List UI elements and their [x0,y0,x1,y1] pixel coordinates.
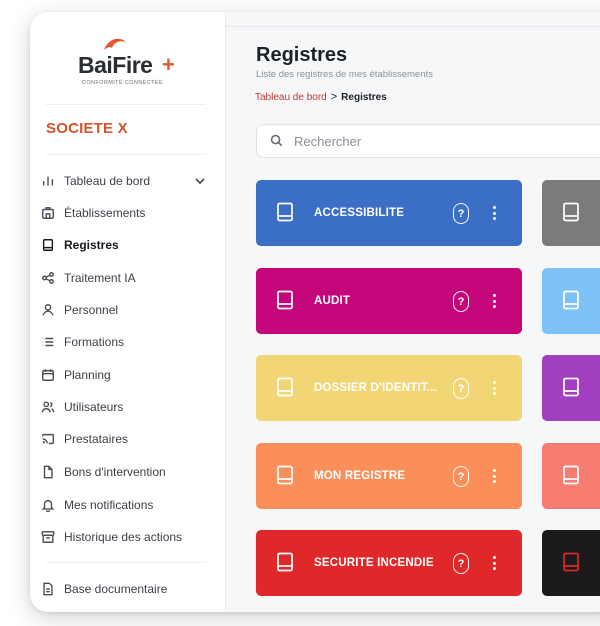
sidebar-item-base-documentaire[interactable]: Base documentaire [38,576,218,602]
document-icon [40,464,56,480]
sidebar-item-label: Historique des actions [64,530,183,544]
more-vertical-icon[interactable] [490,292,498,310]
registry-card[interactable] [542,180,600,246]
list-icon [40,334,56,350]
help-icon[interactable]: ? [453,203,469,224]
sidebar-item-personnel[interactable]: Personnel [38,297,218,323]
registry-card-title: SÉCURITÉ INCENDIE [314,557,434,569]
logo-plus: + [162,52,175,77]
search-bar[interactable] [256,124,600,158]
sidebar-item-label: Registres [64,238,119,252]
sidebar: BaiFire + CONFORMITÉ CONNECTÉE SOCIETE X… [30,12,226,612]
sidebar-item-label: Personnel [64,303,119,317]
building-icon [40,205,56,221]
breadcrumb-current: Registres [341,91,387,103]
breadcrumb-separator: > [330,91,338,103]
registry-card-title: DOSSIER D'IDENTIT... [314,382,438,394]
search-icon [270,134,284,148]
calendar-icon [40,367,56,383]
sidebar-item-utilisateurs[interactable]: Utilisateurs [38,394,218,420]
more-vertical-icon[interactable] [490,204,498,222]
logo-tagline: CONFORMITÉ CONNECTÉE [82,80,164,86]
registry-card-title: MON REGISTRE [314,470,406,482]
bell-icon [40,497,56,513]
sidebar-item-label: Planning [64,368,111,382]
registry-card[interactable] [542,268,600,334]
sidebar-item-etablissements[interactable]: Établissements [38,200,218,226]
registry-card[interactable] [542,355,600,421]
breadcrumb: Tableau de bord > Registres [255,91,387,103]
sidebar-item-bons-intervention[interactable]: Bons d'intervention [38,459,218,485]
book-icon [562,202,582,224]
registry-card[interactable] [542,530,600,596]
registry-card-accessibilite[interactable]: ACCESSIBILITÉ ? [256,180,522,246]
help-icon[interactable]: ? [453,553,469,574]
book-icon [562,377,582,399]
page-title: Registres [256,44,348,66]
registry-card-title: AUDIT [314,295,351,307]
sidebar-item-notifications[interactable]: Mes notifications [38,492,218,518]
logo[interactable]: BaiFire + CONFORMITÉ CONNECTÉE [76,34,186,96]
more-vertical-icon[interactable] [490,467,498,485]
sidebar-item-historique[interactable]: Historique des actions [38,524,218,550]
chevron-down-icon[interactable] [194,174,208,188]
page-subtitle: Liste des registres de mes établissement… [256,69,433,80]
registry-card[interactable] [542,443,600,509]
registry-card-dossier-identite[interactable]: DOSSIER D'IDENTIT... ? [256,355,522,421]
book-icon [276,465,298,487]
book-icon [562,290,582,312]
registry-card-mon-registre[interactable]: MON REGISTRE ? [256,443,522,509]
book-icon [276,290,298,312]
sidebar-item-label: Bons d'intervention [64,465,166,479]
book-icon [562,552,582,574]
divider [46,154,206,155]
book-icon [276,552,298,574]
breadcrumb-link-dashboard[interactable]: Tableau de bord [255,92,327,103]
sidebar-item-label: Base documentaire [64,582,168,596]
cast-icon [40,431,56,447]
sidebar-item-formations[interactable]: Formations [38,329,218,355]
registry-card-audit[interactable]: AUDIT ? [256,268,522,334]
sidebar-item-tableau-de-bord[interactable]: Tableau de bord [38,168,218,194]
more-vertical-icon[interactable] [490,379,498,397]
app-window: BaiFire + CONFORMITÉ CONNECTÉE SOCIETE X… [30,12,600,612]
book-icon [40,237,56,253]
sidebar-item-label: Prestataires [64,432,129,446]
bar-chart-icon [40,173,56,189]
header-divider [226,26,600,27]
help-icon[interactable]: ? [453,291,469,312]
sidebar-item-label: Traitement IA [64,271,136,285]
registry-card-title: ACCESSIBILITÉ [314,207,405,219]
help-icon[interactable]: ? [453,466,469,487]
book-icon [276,202,298,224]
company-name[interactable]: SOCIETE X [46,120,128,137]
logo-brand: BaiFire [78,52,153,78]
registry-card-securite-incendie[interactable]: SÉCURITÉ INCENDIE ? [256,530,522,596]
sidebar-item-prestataires[interactable]: Prestataires [38,426,218,452]
search-input[interactable] [294,133,594,149]
help-icon[interactable]: ? [453,378,469,399]
sidebar-item-label: Utilisateurs [64,400,124,414]
more-vertical-icon[interactable] [490,554,498,572]
sidebar-item-traitement-ia[interactable]: Traitement IA [38,265,218,291]
sidebar-item-label: Établissements [64,206,146,220]
share-nodes-icon [40,270,56,286]
users-icon [40,399,56,415]
person-icon [40,302,56,318]
book-icon [562,465,582,487]
book-icon [276,377,298,399]
sidebar-item-label: Tableau de bord [64,174,151,188]
sidebar-item-label: Mes notifications [64,498,154,512]
sidebar-item-planning[interactable]: Planning [38,362,218,388]
sidebar-item-registres[interactable]: Registres [38,232,218,258]
sidebar-item-label: Formations [64,335,125,349]
main-content: Registres Liste des registres de mes éta… [226,12,600,612]
divider [46,104,206,105]
divider [46,562,206,563]
archive-icon [40,529,56,545]
file-text-icon [40,581,56,597]
